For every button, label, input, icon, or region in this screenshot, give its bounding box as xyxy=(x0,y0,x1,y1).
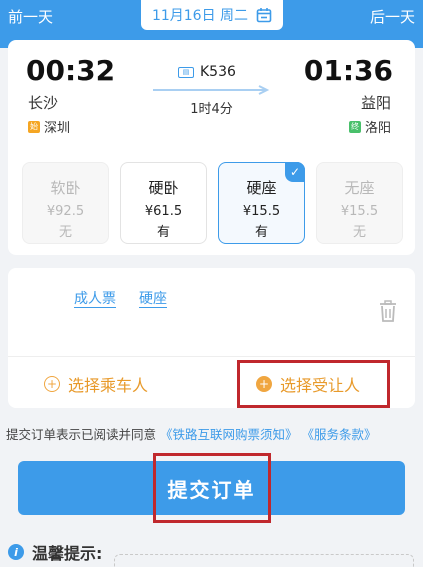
terminal-label: 洛阳 xyxy=(364,121,391,136)
terminal-badge-icon: 终 xyxy=(348,120,361,133)
train-number-label: K536 xyxy=(200,64,236,80)
seat-availability: 有 xyxy=(254,225,268,240)
highlight-box xyxy=(237,360,390,408)
terms-link[interactable]: 《服务条款》 xyxy=(302,427,377,442)
highlight-box xyxy=(153,453,271,523)
add-passenger-button[interactable]: + 选择乘车人 xyxy=(44,372,148,396)
date-selector[interactable]: 11月16日 周二 xyxy=(141,0,283,30)
seat-name: 软卧 xyxy=(50,179,81,197)
origin-badge-icon: 始 xyxy=(28,120,40,133)
seat-type-link[interactable]: 硬座 xyxy=(139,288,167,308)
terminal-station: 终 洛阳 xyxy=(348,117,391,136)
seat-option-hard-seat[interactable]: ✓ 硬座 ¥15.5 有 xyxy=(218,162,305,244)
date-label: 11月16日 周二 xyxy=(151,8,249,24)
agreement-prefix: 提交订单表示已阅读并同意 xyxy=(6,427,157,442)
seat-price: ¥15.5 xyxy=(242,204,281,219)
seat-option-no-seat[interactable]: 无座 ¥15.5 无 xyxy=(316,162,403,244)
divider xyxy=(8,356,415,357)
tips-box xyxy=(114,554,414,567)
purchase-notice-link[interactable]: 《铁路互联网购票须知》 xyxy=(160,427,298,442)
tips-label: 温馨提示: xyxy=(32,544,103,563)
plus-icon: + xyxy=(44,376,60,392)
seat-option-hard-sleeper[interactable]: 硬卧 ¥61.5 有 xyxy=(120,162,207,244)
seat-option-soft-sleeper[interactable]: 软卧 ¥92.5 无 xyxy=(22,162,109,244)
next-day-button[interactable]: 后一天 xyxy=(370,6,415,27)
arrival-time: 01:36 xyxy=(303,54,393,87)
check-icon: ✓ xyxy=(285,162,305,182)
origin-label: 深圳 xyxy=(44,121,71,136)
agreement-text: 提交订单表示已阅读并同意 《铁路互联网购票须知》 《服务条款》 xyxy=(6,424,377,443)
ticket-type-link[interactable]: 成人票 xyxy=(74,288,116,308)
calendar-icon xyxy=(256,8,272,23)
add-passenger-label: 选择乘车人 xyxy=(68,376,149,395)
seat-name: 无座 xyxy=(344,179,375,197)
trash-icon[interactable] xyxy=(379,300,397,322)
train-icon: ▤ xyxy=(178,66,194,78)
tips-header: i 温馨提示: xyxy=(8,540,102,564)
prev-day-button[interactable]: 前一天 xyxy=(8,6,53,27)
seat-price: ¥15.5 xyxy=(340,204,379,219)
trip-duration: 1时4分 xyxy=(190,102,233,117)
origin-station: 始 深圳 xyxy=(28,117,70,136)
seat-availability: 无 xyxy=(352,225,366,240)
train-number[interactable]: ▤ K536 xyxy=(178,64,236,80)
seat-price: ¥92.5 xyxy=(46,204,85,219)
direction-arrow-icon xyxy=(153,85,270,95)
info-icon: i xyxy=(8,544,24,560)
seat-availability: 无 xyxy=(58,225,72,240)
train-info-card: 00:32 01:36 长沙 益阳 始 深圳 终 洛阳 ▤ K536 1时4分 … xyxy=(8,40,415,255)
departure-time: 00:32 xyxy=(26,54,116,87)
seat-price: ¥61.5 xyxy=(144,204,183,219)
seat-availability: 有 xyxy=(156,225,170,240)
seat-name: 硬卧 xyxy=(148,179,179,197)
